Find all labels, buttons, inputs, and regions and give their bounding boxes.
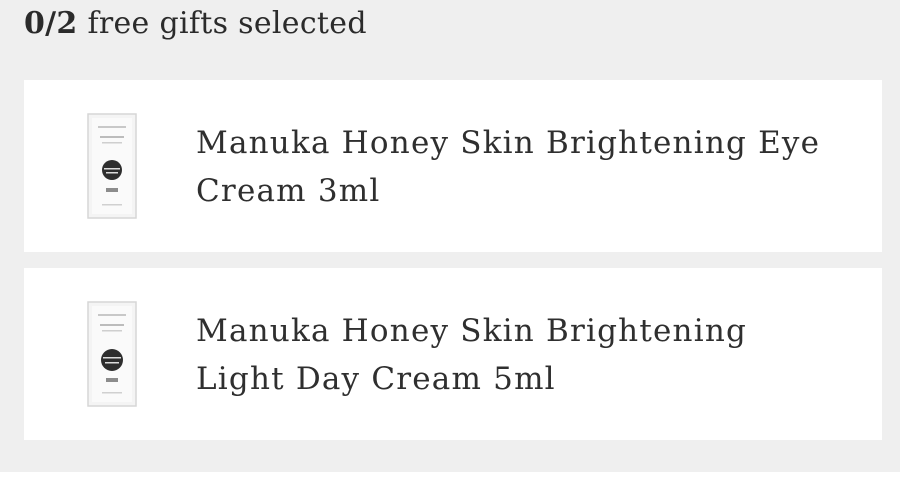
counter-label: free gifts selected <box>87 6 367 41</box>
product-sachet-icon <box>87 301 137 407</box>
gift-option-light-day-cream[interactable]: Manuka Honey Skin Brightening Light Day … <box>24 268 882 440</box>
gift-name: Manuka Honey Skin Brightening Light Day … <box>196 313 748 397</box>
gift-selection-counter: 0/2 free gifts selected <box>24 4 367 44</box>
product-sachet-icon <box>87 113 137 219</box>
gift-list: Manuka Honey Skin Brightening Eye Cream … <box>24 80 882 456</box>
gift-option-eye-cream[interactable]: Manuka Honey Skin Brightening Eye Cream … <box>24 80 882 252</box>
selected-count: 0/2 <box>24 6 78 41</box>
gift-name: Manuka Honey Skin Brightening Eye Cream … <box>196 125 821 209</box>
free-gift-panel: 0/2 free gifts selected Manuka Honey Ski… <box>0 0 900 472</box>
